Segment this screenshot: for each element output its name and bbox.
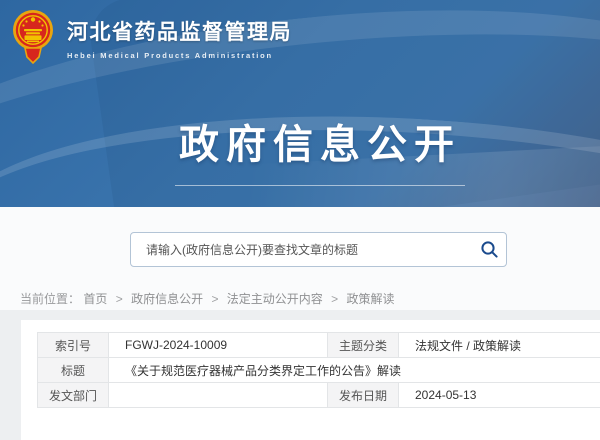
document-section: 索引号 FGWJ-2024-10009 主题分类 法规文件 / 政策解读 标题 … <box>0 310 600 400</box>
title-label: 标题 <box>38 358 109 383</box>
publish-date-label: 发布日期 <box>328 383 399 408</box>
site-banner: 河北省药品监督管理局 Hebei Medical Products Admini… <box>0 0 600 207</box>
search-input[interactable] <box>131 233 472 266</box>
title-underline <box>175 185 465 186</box>
topic-category-label: 主题分类 <box>328 333 399 358</box>
search-section: 当前位置： 首页 > 政府信息公开 > 法定主动公开内容 > 政策解读 <box>0 207 600 310</box>
breadcrumb-statutory-disclosure[interactable]: 法定主动公开内容 <box>227 292 323 306</box>
breadcrumb: 当前位置： 首页 > 政府信息公开 > 法定主动公开内容 > 政策解读 <box>20 290 395 307</box>
breadcrumb-separator: > <box>331 292 338 306</box>
issuing-department-label: 发文部门 <box>38 383 109 408</box>
publish-date-value: 2024-05-13 <box>399 383 600 408</box>
site-name-block: 河北省药品监督管理局 Hebei Medical Products Admini… <box>67 9 292 60</box>
table-row: 索引号 FGWJ-2024-10009 主题分类 法规文件 / 政策解读 <box>38 333 600 358</box>
search-box <box>130 232 507 267</box>
breadcrumb-separator: > <box>211 292 218 306</box>
site-name-en: Hebei Medical Products Administration <box>67 51 292 60</box>
document-info-table: 索引号 FGWJ-2024-10009 主题分类 法规文件 / 政策解读 标题 … <box>37 332 600 408</box>
site-logo[interactable]: 河北省药品监督管理局 Hebei Medical Products Admini… <box>12 9 292 65</box>
topic-category-value: 法规文件 / 政策解读 <box>399 333 600 358</box>
breadcrumb-home[interactable]: 首页 <box>83 292 107 306</box>
table-row: 标题 《关于规范医疗器械产品分类界定工作的公告》解读 <box>38 358 600 383</box>
breadcrumb-gov-info[interactable]: 政府信息公开 <box>131 292 203 306</box>
gov-webpage: { "header": { "site_name_cn": "河北省药品监督管理… <box>0 0 600 400</box>
breadcrumb-prefix: 当前位置： <box>20 292 80 306</box>
document-card: 索引号 FGWJ-2024-10009 主题分类 法规文件 / 政策解读 标题 … <box>21 320 600 440</box>
national-emblem-icon <box>12 9 54 65</box>
index-number-label: 索引号 <box>38 333 109 358</box>
page-title: 政府信息公开 <box>0 112 600 170</box>
site-name-cn: 河北省药品监督管理局 <box>67 16 292 46</box>
index-number-value: FGWJ-2024-10009 <box>109 333 328 358</box>
breadcrumb-separator: > <box>116 292 123 306</box>
document-title-value: 《关于规范医疗器械产品分类界定工作的公告》解读 <box>109 358 600 383</box>
banner-title-block: 政府信息公开 <box>0 112 600 186</box>
table-row: 发文部门 发布日期 2024-05-13 <box>38 383 600 408</box>
breadcrumb-policy-interpretation[interactable]: 政策解读 <box>347 292 395 306</box>
search-button[interactable] <box>472 233 506 266</box>
issuing-department-value <box>109 383 328 408</box>
search-icon <box>480 240 499 259</box>
